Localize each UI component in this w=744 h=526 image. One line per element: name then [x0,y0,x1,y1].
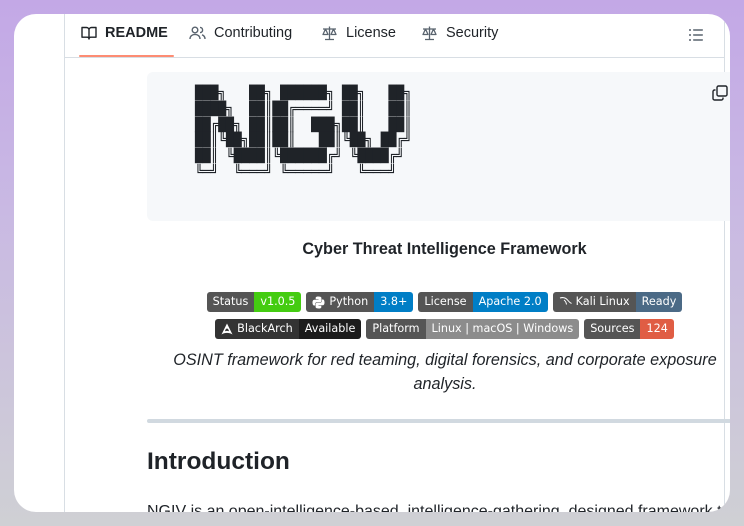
badge-label: Platform [366,319,426,339]
badge-value: v1.0.5 [254,292,302,312]
tab-contributing[interactable]: Contributing [189,19,292,47]
people-icon [189,26,206,40]
law-icon [422,26,437,41]
copy-button[interactable] [712,85,728,106]
sources-badge[interactable]: Sources 124 [584,319,674,339]
tab-readme[interactable]: README [81,19,168,47]
badge-value: 3.8+ [374,292,414,312]
badge-value: Linux | macOS | Windows [425,319,580,339]
badge-label-group: Python [306,292,375,312]
active-tab-indicator [79,55,174,57]
badge-value: Apache 2.0 [472,292,548,312]
license-badge[interactable]: License Apache 2.0 [418,292,548,312]
badge-row-2: BlackArch Available Platform Linux | mac… [147,319,730,339]
readme-card: README Contributing License Security ███… [14,14,730,512]
ascii-art-code-block: ███╗ ██╗ ██████╗ ██╗ ██╗ ████╗ ██║██╔═══… [147,72,730,221]
badge-value: Available [298,319,362,339]
tab-label: Security [446,25,499,41]
blackarch-icon [221,323,233,335]
readme-container: README Contributing License Security ███… [64,14,730,512]
blackarch-badge[interactable]: BlackArch Available [215,319,362,339]
badge-label-group: BlackArch [215,319,299,339]
badge-value: 124 [640,319,674,339]
introduction-paragraph: NGIV is an open-intelligence-based, inte… [147,503,730,512]
badge-label-group: Kali Linux [552,292,636,312]
badge-row-1: Status v1.0.5 Python 3.8+ License Apache… [147,292,730,312]
badge-label: Python [329,295,369,308]
python-badge[interactable]: Python 3.8+ [306,292,414,312]
kali-icon [559,297,572,305]
copy-icon [712,85,728,101]
ascii-logo: ███╗ ██╗ ██████╗ ██╗ ██╗ ████╗ ██║██╔═══… [195,86,412,180]
python-icon [312,296,325,308]
tab-license[interactable]: License [321,19,396,47]
badge-label: BlackArch [237,322,293,335]
badge-label: Status [206,292,255,312]
badge-value: Ready [635,292,683,312]
tab-label: Contributing [214,25,293,41]
tab-label: License [346,25,396,41]
introduction-heading: Introduction [147,448,290,475]
badge-label: Sources [584,319,641,339]
list-unordered-icon [689,29,703,41]
book-icon [81,26,97,40]
readme-tab-bar: README Contributing License Security [65,14,724,58]
law-icon [322,26,337,41]
badge-label: License [418,292,473,312]
tab-label: README [105,25,168,41]
readme-title: Cyber Threat Intelligence Framework [302,240,587,258]
kali-linux-badge[interactable]: Kali Linux Ready [552,292,683,312]
section-divider [147,419,730,423]
project-tagline: OSINT framework for red teaming, digital… [173,351,717,393]
platform-badge[interactable]: Platform Linux | macOS | Windows [366,319,580,339]
badge-label: Kali Linux [575,295,630,308]
status-badge[interactable]: Status v1.0.5 [206,292,302,312]
tab-security[interactable]: Security [421,19,498,47]
outline-button[interactable] [688,27,704,48]
